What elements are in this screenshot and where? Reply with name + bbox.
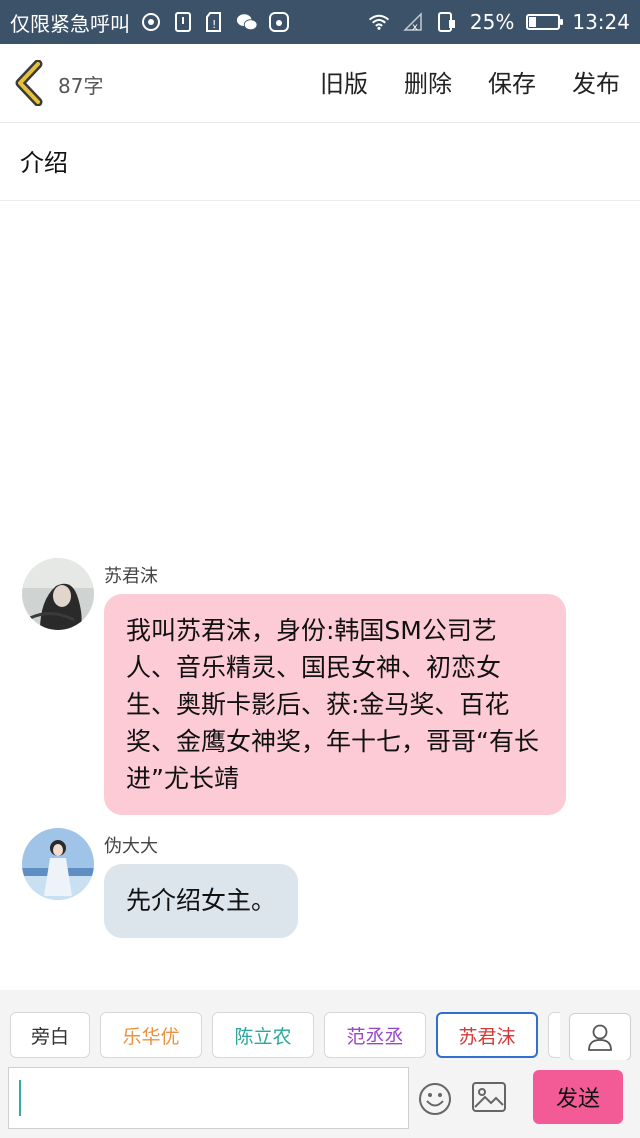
role-label: 范丞丞 [346,1025,404,1048]
message-bubble[interactable]: 先介绍女主。 [104,864,299,938]
clock: 13:24 [572,10,630,34]
role-chip-narrator[interactable]: 旁白 [10,1012,90,1058]
battery-percent: 25% [469,10,515,34]
image-button[interactable] [472,1082,506,1112]
delete-button[interactable]: 删除 [404,64,452,99]
avatar[interactable] [22,828,94,900]
sender-name: 苏君沫 [104,566,158,587]
role-chip[interactable]: 乐华优 [100,1012,202,1058]
sim-icon [172,11,194,33]
message-input[interactable] [8,1067,409,1129]
role-chip[interactable]: 范丞丞 [324,1012,426,1058]
role-selector-bar: 旁白 乐华优 陈立农 范丞丞 苏君沫 [0,990,640,1060]
no-signal-icon: x [402,11,424,33]
carrier-text: 仅限紧急呼叫 [10,11,130,36]
wechat-icon [236,11,258,33]
send-button[interactable]: 发送 [533,1070,623,1124]
contacts-button[interactable] [569,1013,631,1061]
app-icon [268,11,290,33]
status-bar: 仅限紧急呼叫 ! x 25% 13:24 [0,0,640,44]
sim-card-icon [436,11,458,33]
battery-icon [526,14,564,30]
role-chip-partial[interactable] [548,1012,560,1058]
role-label: 旁白 [30,1025,69,1048]
sd-warning-icon: ! [204,11,226,33]
message-item: 伪大大 先介绍女主。 [0,828,640,940]
role-label: 乐华优 [122,1025,180,1048]
old-version-button[interactable]: 旧版 [320,64,368,99]
smiley-icon [419,1083,451,1115]
header-actions: 旧版 删除 保存 发布 [320,64,620,99]
title-row[interactable]: 介绍 [0,123,640,201]
avatar[interactable] [22,558,94,630]
emoji-button[interactable] [418,1082,452,1116]
message-bubble[interactable]: 我叫苏君沫，身份:韩国SM公司艺人、音乐精灵、国民女神、初恋女生、奥斯卡影后、获… [104,594,566,815]
message-item: 苏君沫 我叫苏君沫，身份:韩国SM公司艺人、音乐精灵、国民女神、初恋女生、奥斯卡… [0,556,640,815]
image-icon [472,1082,506,1112]
role-chip[interactable]: 陈立农 [212,1012,314,1058]
battery-fill [529,17,537,27]
text-caret [19,1080,21,1116]
app-bar: 87字 旧版 删除 保存 发布 [0,44,640,123]
save-button[interactable]: 保存 [488,64,536,99]
chevron-left-icon [15,60,43,106]
svg-text:!: ! [212,18,216,31]
role-label: 陈立农 [234,1025,292,1048]
svg-text:x: x [412,22,418,32]
publish-button[interactable]: 发布 [572,64,620,99]
wifi-icon [368,11,390,33]
sender-name: 伪大大 [104,836,158,857]
hotspot-icon [140,11,162,33]
person-icon [588,1024,612,1051]
back-button[interactable] [14,60,54,106]
page-title[interactable]: 介绍 [20,143,68,178]
role-chip-selected[interactable]: 苏君沫 [436,1012,538,1058]
role-label: 苏君沫 [458,1025,516,1048]
word-count: 87字 [58,74,104,98]
